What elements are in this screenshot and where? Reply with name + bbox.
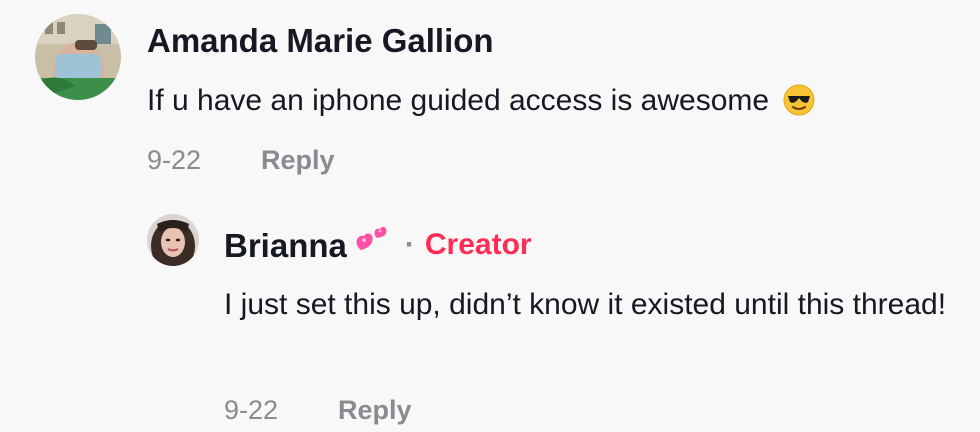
sunglasses-emoji-icon <box>783 82 815 132</box>
comment-reply-button[interactable]: Reply <box>261 145 335 176</box>
reply-item: Brianna · Creator I just set this up, di… <box>0 200 980 432</box>
reply-text: I just set this up, didn’t know it exist… <box>224 288 947 321</box>
avatar[interactable] <box>35 14 121 100</box>
comment-item: Amanda Marie Gallion If u have an iphone… <box>0 0 980 200</box>
reply-date: 9-22 <box>224 395 279 425</box>
comment-text: If u have an iphone guided access is awe… <box>147 76 947 132</box>
user-avatar-photo <box>147 214 199 266</box>
creator-badge: Creator <box>424 228 532 261</box>
reply-reply-button[interactable]: Reply <box>338 395 412 426</box>
reply-header: Brianna · Creator <box>224 224 532 266</box>
comment-text-content: If u have an iphone guided access is awe… <box>147 84 770 117</box>
avatar[interactable] <box>147 214 199 266</box>
separator-dot: · <box>404 228 415 261</box>
user-avatar-photo <box>35 14 121 100</box>
reply-username[interactable]: Brianna <box>224 229 347 262</box>
comment-username[interactable]: Amanda Marie Gallion <box>147 24 494 57</box>
two-hearts-emoji-icon <box>355 224 393 266</box>
comment-date: 9-22 <box>147 145 202 175</box>
